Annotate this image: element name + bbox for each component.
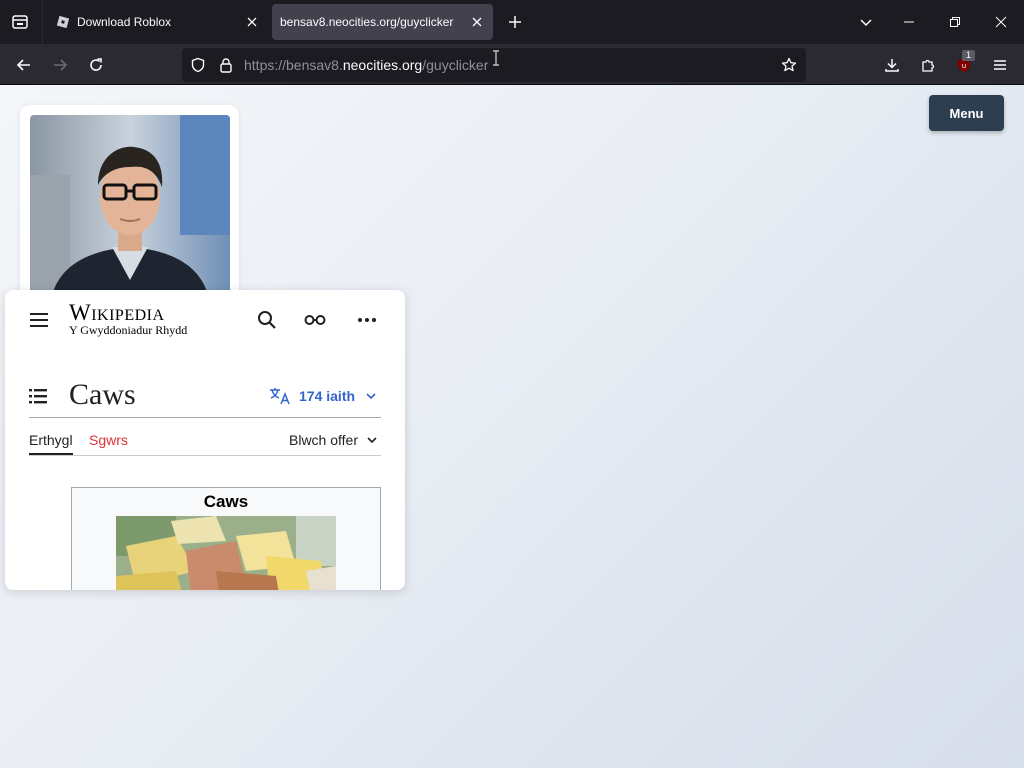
- firefox-view-button[interactable]: [6, 8, 34, 36]
- close-window-button[interactable]: [989, 10, 1013, 34]
- tab-close-icon[interactable]: [244, 14, 260, 30]
- title-divider: [29, 417, 381, 418]
- arrow-left-icon: [16, 59, 30, 71]
- wiki-more-icon[interactable]: [355, 308, 379, 332]
- tracking-protection-shield-icon[interactable]: [189, 56, 207, 74]
- chevron-down-icon: [860, 19, 872, 27]
- tab-title: bensav8.neocities.org/guyclicker: [280, 15, 454, 29]
- tab-talk[interactable]: Sgwrs: [89, 432, 128, 448]
- chevron-down-icon: [367, 437, 377, 444]
- firefox-view-icon: [12, 15, 28, 29]
- page-content: Menu Wikipedia Y Gwyddoniadur Rhydd Caws…: [0, 85, 1024, 768]
- restore-button[interactable]: [943, 10, 967, 34]
- url-path: /guyclicker: [422, 57, 489, 73]
- url-prefix: https://bensav8.: [244, 57, 343, 73]
- new-tab-button[interactable]: [503, 10, 527, 34]
- roblox-favicon-icon: [56, 15, 70, 29]
- tools-label: Blwch offer: [289, 432, 358, 448]
- language-selector[interactable]: 174 iaith: [269, 387, 377, 405]
- url-host: neocities.org: [342, 57, 423, 73]
- minimize-button[interactable]: [897, 10, 921, 34]
- tab-article[interactable]: Erthygl: [29, 432, 73, 448]
- guy-photo[interactable]: [30, 115, 230, 305]
- extensions-button[interactable]: [914, 51, 942, 79]
- app-menu-button[interactable]: [986, 51, 1014, 79]
- tab-guyclicker[interactable]: bensav8.neocities.org/guyclicker: [272, 4, 493, 40]
- menu-button[interactable]: Menu: [929, 95, 1004, 131]
- arrow-right-icon: [54, 59, 68, 71]
- wikipedia-tagline: Y Gwyddoniadur Rhydd: [69, 323, 188, 337]
- download-icon: [885, 59, 899, 72]
- tab-strip: Download Roblox bensav8.neocities.org/gu…: [0, 0, 1024, 44]
- puzzle-icon: [922, 59, 935, 72]
- language-count: 174 iaith: [299, 388, 356, 404]
- tab-separator: [42, 0, 43, 44]
- lock-icon[interactable]: [217, 56, 235, 74]
- forward-button[interactable]: [46, 51, 74, 79]
- tab-close-icon[interactable]: [469, 14, 485, 30]
- bookmark-star-icon[interactable]: [780, 56, 798, 74]
- minimize-icon: [904, 21, 914, 23]
- wiki-search-icon[interactable]: [255, 308, 279, 332]
- chevron-down-icon: [366, 393, 376, 400]
- restore-icon: [950, 17, 960, 27]
- reload-button[interactable]: [82, 51, 110, 79]
- infobox: Caws: [71, 487, 381, 590]
- article-title: Caws: [69, 378, 136, 411]
- tools-dropdown[interactable]: Blwch offer: [289, 432, 378, 448]
- wiki-main-menu-icon[interactable]: [27, 308, 51, 332]
- tabs-divider: [29, 455, 381, 456]
- hamburger-icon: [994, 60, 1006, 70]
- svg-text:u: u: [962, 62, 966, 70]
- wikipedia-card: Wikipedia Y Gwyddoniadur Rhydd Caws 174 …: [5, 290, 405, 590]
- table-of-contents-icon[interactable]: [28, 386, 48, 406]
- text-cursor-icon: [493, 50, 499, 66]
- navigation-bar: https://bensav8.neocities.org/guyclicker…: [0, 44, 1024, 85]
- infobox-title: Caws: [203, 492, 249, 511]
- url-text[interactable]: https://bensav8.neocities.org/guyclicker: [244, 57, 488, 73]
- list-all-tabs-button[interactable]: [854, 10, 878, 34]
- plus-icon: [509, 16, 521, 28]
- back-button[interactable]: [10, 51, 38, 79]
- translate-icon: [270, 388, 290, 405]
- close-icon: [995, 16, 1007, 28]
- cheese-image[interactable]: [116, 516, 336, 590]
- wiki-reading-glasses-icon[interactable]: [303, 308, 327, 332]
- downloads-button[interactable]: [878, 51, 906, 79]
- reload-icon: [90, 58, 102, 71]
- tab-download-roblox[interactable]: Download Roblox: [48, 4, 268, 40]
- tab-title: Download Roblox: [77, 15, 172, 29]
- guy-card[interactable]: [20, 105, 239, 305]
- extension-badge: 1: [962, 50, 975, 61]
